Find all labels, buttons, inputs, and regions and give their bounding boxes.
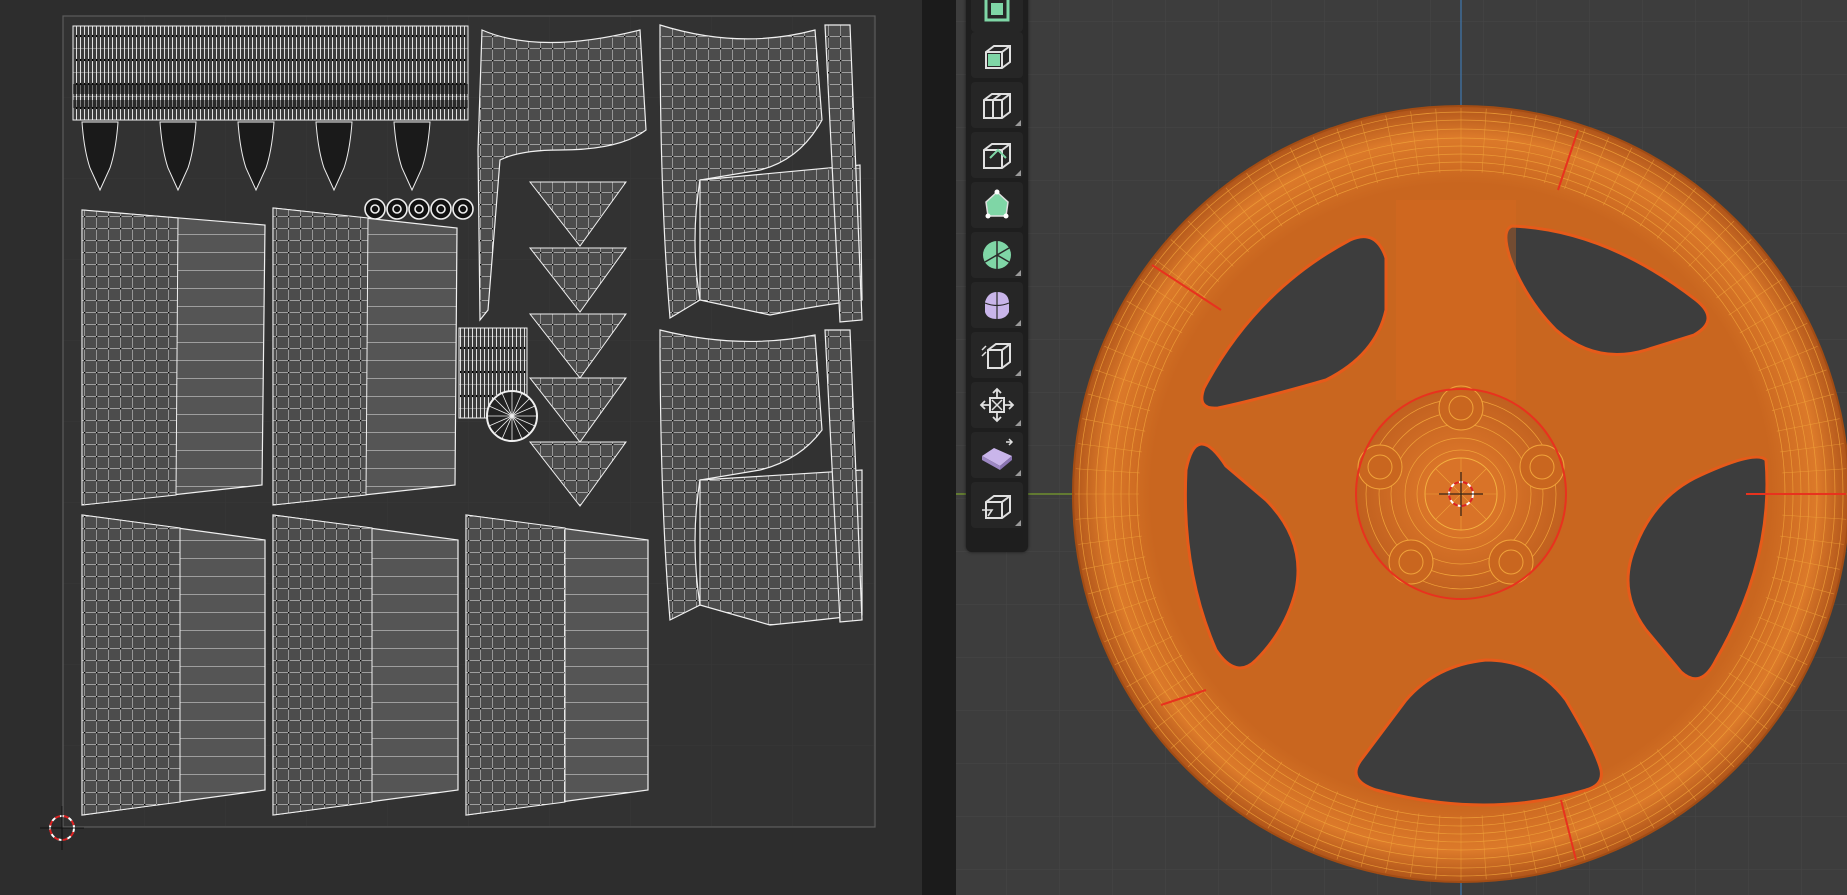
shrink-fatten-icon — [979, 387, 1015, 423]
spin-icon — [983, 241, 1011, 269]
submenu-indicator — [1015, 170, 1021, 176]
submenu-indicator — [1015, 520, 1021, 526]
loop-cut-icon — [983, 93, 1011, 119]
submenu-indicator — [1015, 270, 1021, 276]
submenu-indicator — [1015, 120, 1021, 126]
uv-island-panel-b — [272, 207, 458, 506]
uv-island-panel-a — [81, 209, 266, 506]
uv-editor-area[interactable] — [0, 0, 922, 895]
loop-cut-tool[interactable] — [971, 82, 1023, 128]
uv-island-curved-c — [659, 329, 863, 626]
shrink-fatten-tool[interactable] — [971, 382, 1023, 428]
shear-tool[interactable] — [971, 432, 1023, 478]
edge-slide-icon — [981, 343, 1011, 369]
tool-shelf — [966, 0, 1028, 552]
poly-build-tool[interactable] — [971, 182, 1023, 228]
rip-region-tool[interactable] — [971, 482, 1023, 528]
area-divider[interactable] — [922, 0, 956, 895]
uv-island-panel-c — [81, 514, 266, 816]
smooth-tool[interactable] — [971, 282, 1023, 328]
poly-build-icon — [985, 189, 1009, 219]
submenu-indicator — [1015, 470, 1021, 476]
extrude-region-icon — [985, 45, 1011, 69]
select-box-icon — [984, 0, 1010, 22]
uv-island-panel-e — [465, 514, 649, 816]
submenu-indicator — [1015, 320, 1021, 326]
extrude-region-tool[interactable] — [971, 32, 1023, 78]
knife-tool[interactable] — [971, 132, 1023, 178]
smooth-vertices-icon — [984, 292, 1010, 319]
knife-icon — [983, 143, 1011, 169]
spin-tool[interactable] — [971, 232, 1023, 278]
uv-island-hub — [486, 390, 538, 442]
rip-region-icon — [982, 495, 1011, 519]
edge-slide-tool[interactable] — [971, 332, 1023, 378]
submenu-indicator — [1015, 420, 1021, 426]
shear-icon — [982, 438, 1014, 470]
submenu-indicator — [1015, 370, 1021, 376]
viewport-canvas[interactable] — [956, 0, 1847, 895]
uv-island-panel-d — [272, 514, 459, 816]
3d-viewport[interactable] — [956, 0, 1847, 895]
uv-island-bolt-circles — [364, 198, 474, 220]
select-box-tool[interactable] — [971, 0, 1023, 32]
uv-canvas[interactable] — [0, 0, 922, 895]
